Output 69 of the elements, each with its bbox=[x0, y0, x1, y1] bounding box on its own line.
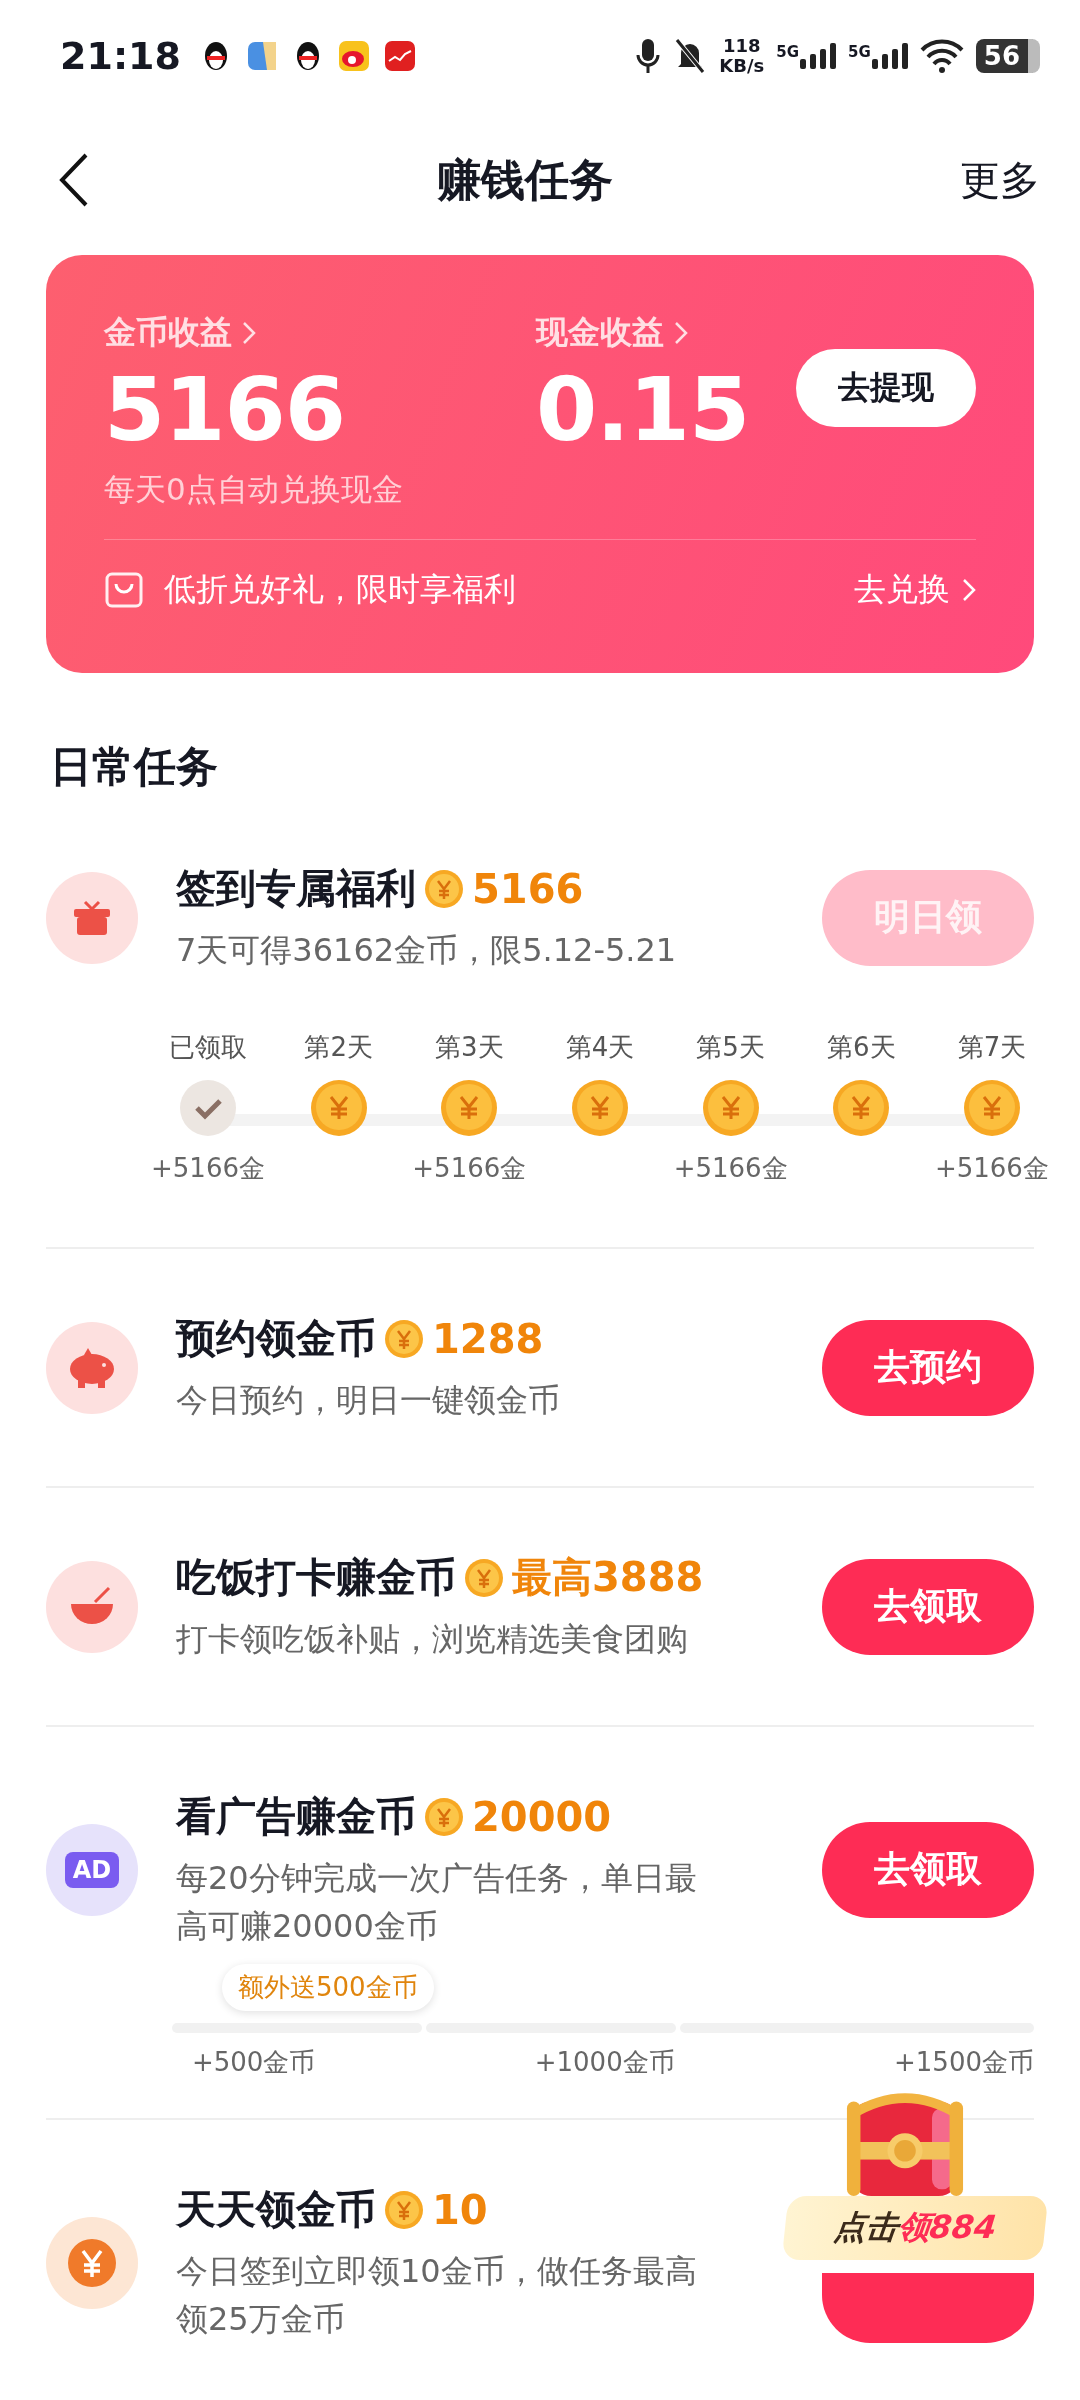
task-button[interactable]: 去预约 bbox=[822, 1319, 1034, 1416]
task-title: 看广告赚金币 bbox=[176, 1792, 416, 1841]
day-label: 第4天 bbox=[565, 1031, 635, 1064]
signal-icon bbox=[800, 43, 837, 69]
net-speed-unit: KB/s bbox=[719, 56, 765, 76]
coin-icon bbox=[384, 1318, 424, 1359]
coin-earnings-link[interactable]: 金币收益 bbox=[104, 311, 232, 355]
task-description: 打卡领吃饭补贴，浏览精选美食团购 bbox=[176, 1619, 689, 1660]
exchange-link[interactable]: 去兑换 bbox=[854, 568, 950, 612]
ad-icon: AD bbox=[64, 1851, 120, 1888]
day-reward: +5166金 bbox=[934, 1152, 1049, 1185]
task-reward: 5166 bbox=[472, 865, 584, 912]
milestone-label: +1500金币 bbox=[894, 2046, 1034, 2079]
day-label: 已领取 bbox=[169, 1031, 247, 1064]
task-title: 签到专属福利 bbox=[176, 864, 416, 913]
chart-app-icon bbox=[382, 39, 417, 73]
task-description: 7天可得36162金币，限5.12-5.21 bbox=[176, 930, 678, 971]
page-title: 赚钱任务 bbox=[437, 152, 613, 207]
yen-coin-icon bbox=[67, 2237, 117, 2288]
task-button[interactable]: 去领取 bbox=[822, 1558, 1034, 1655]
chevron-right-icon bbox=[674, 321, 688, 345]
coin-icon bbox=[464, 1557, 504, 1598]
day-label: 第2天 bbox=[304, 1031, 373, 1064]
day-label: 第5天 bbox=[696, 1031, 765, 1064]
day-reward: +5166金 bbox=[673, 1152, 788, 1185]
net-speed: 118 bbox=[723, 36, 761, 56]
back-icon[interactable] bbox=[58, 152, 90, 208]
coin-balance: 5166 bbox=[104, 357, 346, 463]
microphone-icon bbox=[635, 36, 662, 76]
task-button[interactable]: 去领取 bbox=[822, 1821, 1034, 1918]
signal-icon bbox=[871, 43, 908, 69]
coin-icon bbox=[424, 1796, 464, 1837]
more-link[interactable]: 更多 bbox=[960, 152, 1040, 208]
task-title: 预约领金币 bbox=[176, 1314, 376, 1363]
chevron-right-icon bbox=[962, 578, 976, 602]
chevron-right-icon bbox=[242, 321, 256, 345]
task-description: 今日预约，明日一键领金币 bbox=[176, 1380, 561, 1421]
promo-text: 低折兑好礼，限时享福利 bbox=[164, 569, 516, 610]
exchange-note: 每天0点自动兑换现金 bbox=[104, 470, 404, 509]
task-button[interactable] bbox=[822, 2273, 1034, 2343]
eye-logo-icon bbox=[336, 39, 371, 73]
milestone-label: +500金币 bbox=[192, 2046, 316, 2079]
task-reward: 10 bbox=[432, 2186, 488, 2233]
coin-icon bbox=[424, 868, 464, 909]
day-label: 第7天 bbox=[957, 1031, 1027, 1064]
cash-earnings-link[interactable]: 现金收益 bbox=[536, 311, 664, 355]
battery-indicator: 56 bbox=[975, 39, 1040, 73]
section-title: 日常任务 bbox=[50, 741, 219, 793]
withdraw-button[interactable]: 去提现 bbox=[796, 349, 976, 427]
bonus-tooltip: 额外送500金币 bbox=[222, 1964, 434, 2011]
task-title: 天天领金币 bbox=[176, 2185, 376, 2234]
task-title: 吃饭打卡赚金币 bbox=[176, 1553, 456, 1602]
day-label: 第6天 bbox=[827, 1031, 896, 1064]
network-type: 5G bbox=[776, 43, 800, 61]
task-reward: 20000 bbox=[472, 1793, 612, 1840]
network-type: 5G bbox=[848, 43, 871, 61]
task-description: 每20分钟完成一次广告任务，单日最高可赚20000金币 bbox=[176, 1858, 698, 1947]
cash-balance: 0.15 bbox=[536, 357, 751, 463]
wifi-icon bbox=[919, 38, 964, 74]
day-label: 第3天 bbox=[435, 1031, 504, 1064]
task-reward: 最高3888 bbox=[512, 1553, 704, 1602]
coin-icon bbox=[384, 2189, 424, 2230]
day-reward: +5166金 bbox=[412, 1152, 527, 1185]
floating-reward-button[interactable]: 点击领884 bbox=[781, 2196, 1049, 2260]
day-reward: +5166金 bbox=[151, 1152, 265, 1185]
task-reward: 1288 bbox=[432, 1315, 544, 1362]
milestone-label: +1000金币 bbox=[534, 2046, 675, 2079]
task-description: 今日签到立即领10金币，做任务最高领25万金币 bbox=[176, 2251, 698, 2340]
status-time: 21:18 bbox=[60, 34, 181, 78]
